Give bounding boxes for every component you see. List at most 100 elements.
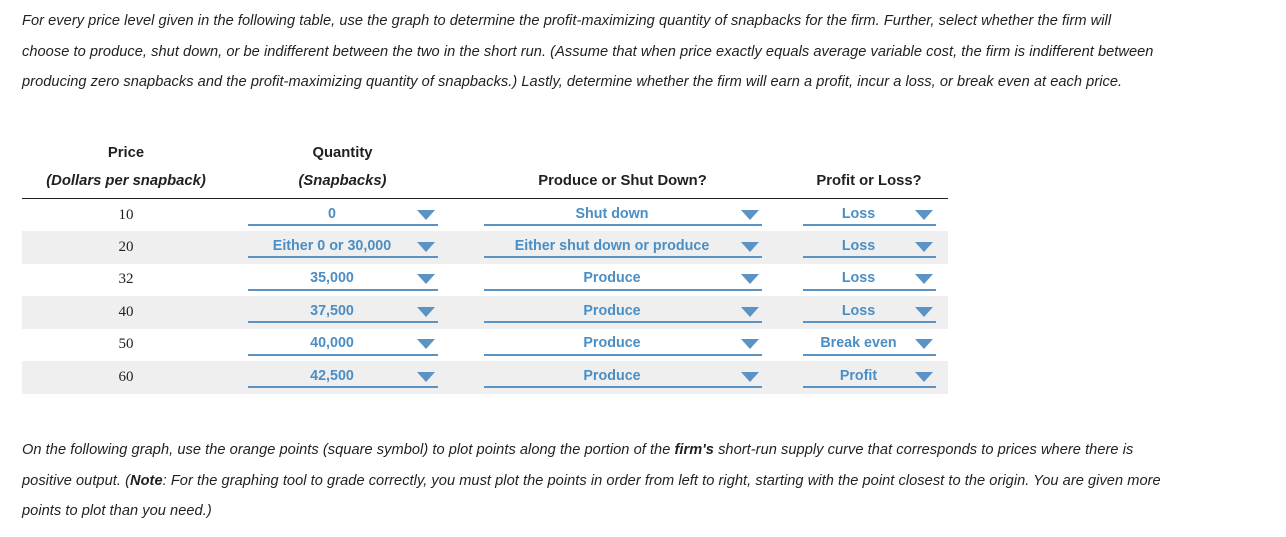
price-value: 10 <box>118 206 134 223</box>
chevron-down-icon[interactable] <box>914 306 934 317</box>
produce-or-shut-down-cell: Produce <box>455 296 790 329</box>
column-header-quantity-sub: (Snapbacks) <box>298 173 387 189</box>
profit-or-loss-cell: Break even <box>790 329 948 362</box>
column-header-profit-or-loss-label: Profit or Loss? <box>816 173 922 189</box>
produce-or-shut-down-dropdown-row-6[interactable]: Produce <box>483 366 762 389</box>
quantity-cell: 37,500 <box>230 296 455 329</box>
table-row: 10 0 Shut down Loss <box>22 199 948 232</box>
outro-paragraph: On the following graph, use the orange p… <box>22 435 1162 527</box>
intro-paragraph: For every price level given in the follo… <box>22 13 1154 90</box>
produce-or-shut-down-dropdown-value: Shut down <box>575 205 649 222</box>
produce-or-shut-down-dropdown-row-3[interactable]: Produce <box>483 269 762 291</box>
chevron-down-icon[interactable] <box>416 241 436 252</box>
produce-or-shut-down-dropdown-value: Produce <box>583 367 641 384</box>
produce-or-shut-down-dropdown-value: Produce <box>583 302 641 319</box>
price-value: 50 <box>118 336 134 353</box>
outro-bold-note: Note <box>129 472 163 489</box>
produce-or-shut-down-dropdown-value: Produce <box>583 335 641 352</box>
produce-or-shut-down-dropdown-row-5[interactable]: Produce <box>483 334 762 356</box>
produce-or-shut-down-dropdown-value: Produce <box>583 270 641 287</box>
chevron-down-icon[interactable] <box>914 241 934 252</box>
chevron-down-icon[interactable] <box>914 371 934 382</box>
profit-or-loss-dropdown-value: Loss <box>841 237 876 254</box>
quantity-dropdown-value: 0 <box>328 205 336 222</box>
quantity-cell: Either 0 or 30,000 <box>230 231 455 264</box>
quantity-dropdown-value: 42,500 <box>310 367 354 384</box>
profit-or-loss-cell: Loss <box>790 199 948 232</box>
table-row: 60 42,500 Produce Profit <box>22 361 948 394</box>
chevron-down-icon[interactable] <box>416 338 436 350</box>
price-value: 32 <box>118 271 134 288</box>
chevron-down-icon[interactable] <box>914 338 934 350</box>
chevron-down-icon[interactable] <box>740 338 760 350</box>
quantity-cell: 42,500 <box>230 361 455 394</box>
produce-or-shut-down-dropdown-value: Either shut down or produce <box>514 237 710 254</box>
quantity-dropdown-value: Either 0 or 30,000 <box>272 237 392 254</box>
table-row: 32 35,000 Produce Loss <box>22 264 948 297</box>
profit-or-loss-dropdown-value: Break even <box>820 335 897 352</box>
profit-or-loss-cell: Loss <box>790 231 948 264</box>
profit-or-loss-dropdown-row-3[interactable]: Loss <box>802 269 936 291</box>
profit-or-loss-dropdown-value: Loss <box>841 270 876 287</box>
produce-or-shut-down-cell: Produce <box>455 329 790 362</box>
chevron-down-icon[interactable] <box>914 209 934 220</box>
produce-or-shut-down-cell: Produce <box>455 264 790 297</box>
produce-or-shut-down-dropdown-row-2[interactable]: Either shut down or produce <box>483 236 762 259</box>
table-body: 10 0 Shut down Loss 20 Either 0 or 30,00… <box>22 199 948 394</box>
produce-or-shut-down-cell: Either shut down or produce <box>455 231 790 264</box>
column-header-quantity-main: Quantity <box>312 145 373 161</box>
outro-part-3: : For the graphing tool to grade correct… <box>22 472 1161 520</box>
profit-or-loss-cell: Loss <box>790 264 948 297</box>
profit-or-loss-dropdown-value: Profit <box>839 367 878 384</box>
chevron-down-icon[interactable] <box>740 241 760 252</box>
quantity-dropdown-row-1[interactable]: 0 <box>247 204 438 226</box>
column-header-price-main: Price <box>107 145 145 161</box>
profit-or-loss-dropdown-row-2[interactable]: Loss <box>802 236 936 259</box>
quantity-cell: 0 <box>230 199 455 232</box>
quantity-dropdown-row-2[interactable]: Either 0 or 30,000 <box>247 236 438 259</box>
price-quantity-table-container: Price (Dollars per snapback) Quantity (S… <box>22 139 948 394</box>
profit-or-loss-dropdown-row-4[interactable]: Loss <box>802 301 936 324</box>
table-row: 50 40,000 Produce Break even <box>22 329 948 362</box>
chevron-down-icon[interactable] <box>416 209 436 220</box>
price-value: 60 <box>118 368 134 385</box>
price-value: 20 <box>118 238 134 255</box>
profit-or-loss-cell: Profit <box>790 361 948 394</box>
chevron-down-icon[interactable] <box>416 371 436 382</box>
chevron-down-icon[interactable] <box>416 273 436 285</box>
table-row: 20 Either 0 or 30,000 Either shut down o… <box>22 231 948 264</box>
profit-or-loss-dropdown-row-5[interactable]: Break even <box>802 334 936 356</box>
quantity-dropdown-row-4[interactable]: 37,500 <box>247 301 438 324</box>
quantity-dropdown-value: 40,000 <box>310 335 354 352</box>
quantity-cell: 40,000 <box>230 329 455 362</box>
chevron-down-icon[interactable] <box>740 273 760 285</box>
chevron-down-icon[interactable] <box>740 306 760 317</box>
profit-or-loss-dropdown-row-6[interactable]: Profit <box>802 366 936 389</box>
quantity-dropdown-value: 35,000 <box>310 270 354 287</box>
price-value: 40 <box>118 303 134 320</box>
quantity-dropdown-value: 37,500 <box>310 302 354 319</box>
profit-or-loss-cell: Loss <box>790 296 948 329</box>
chevron-down-icon[interactable] <box>914 273 934 285</box>
price-quantity-table: Price (Dollars per snapback) Quantity (S… <box>22 139 948 394</box>
column-header-price-sub: (Dollars per snapback) <box>46 173 206 189</box>
column-header-produce-or-shut-down: Produce or Shut Down? <box>455 139 790 199</box>
profit-or-loss-dropdown-value: Loss <box>841 205 876 222</box>
profit-or-loss-dropdown-row-1[interactable]: Loss <box>802 204 936 226</box>
column-header-price: Price (Dollars per snapback) <box>22 139 230 199</box>
chevron-down-icon[interactable] <box>416 306 436 317</box>
column-header-produce-or-shut-down-label: Produce or Shut Down? <box>538 173 707 189</box>
column-header-quantity: Quantity (Snapbacks) <box>230 139 455 199</box>
outro-bold-firms: firm's <box>674 442 714 458</box>
column-header-profit-or-loss: Profit or Loss? <box>790 139 948 199</box>
quantity-dropdown-row-3[interactable]: 35,000 <box>247 269 438 291</box>
produce-or-shut-down-dropdown-row-1[interactable]: Shut down <box>483 204 762 226</box>
chevron-down-icon[interactable] <box>740 371 760 382</box>
quantity-dropdown-row-5[interactable]: 40,000 <box>247 334 438 356</box>
produce-or-shut-down-cell: Shut down <box>455 199 790 232</box>
produce-or-shut-down-dropdown-row-4[interactable]: Produce <box>483 301 762 324</box>
profit-or-loss-dropdown-value: Loss <box>841 302 876 319</box>
chevron-down-icon[interactable] <box>740 209 760 220</box>
quantity-dropdown-row-6[interactable]: 42,500 <box>247 366 438 389</box>
quantity-cell: 35,000 <box>230 264 455 297</box>
